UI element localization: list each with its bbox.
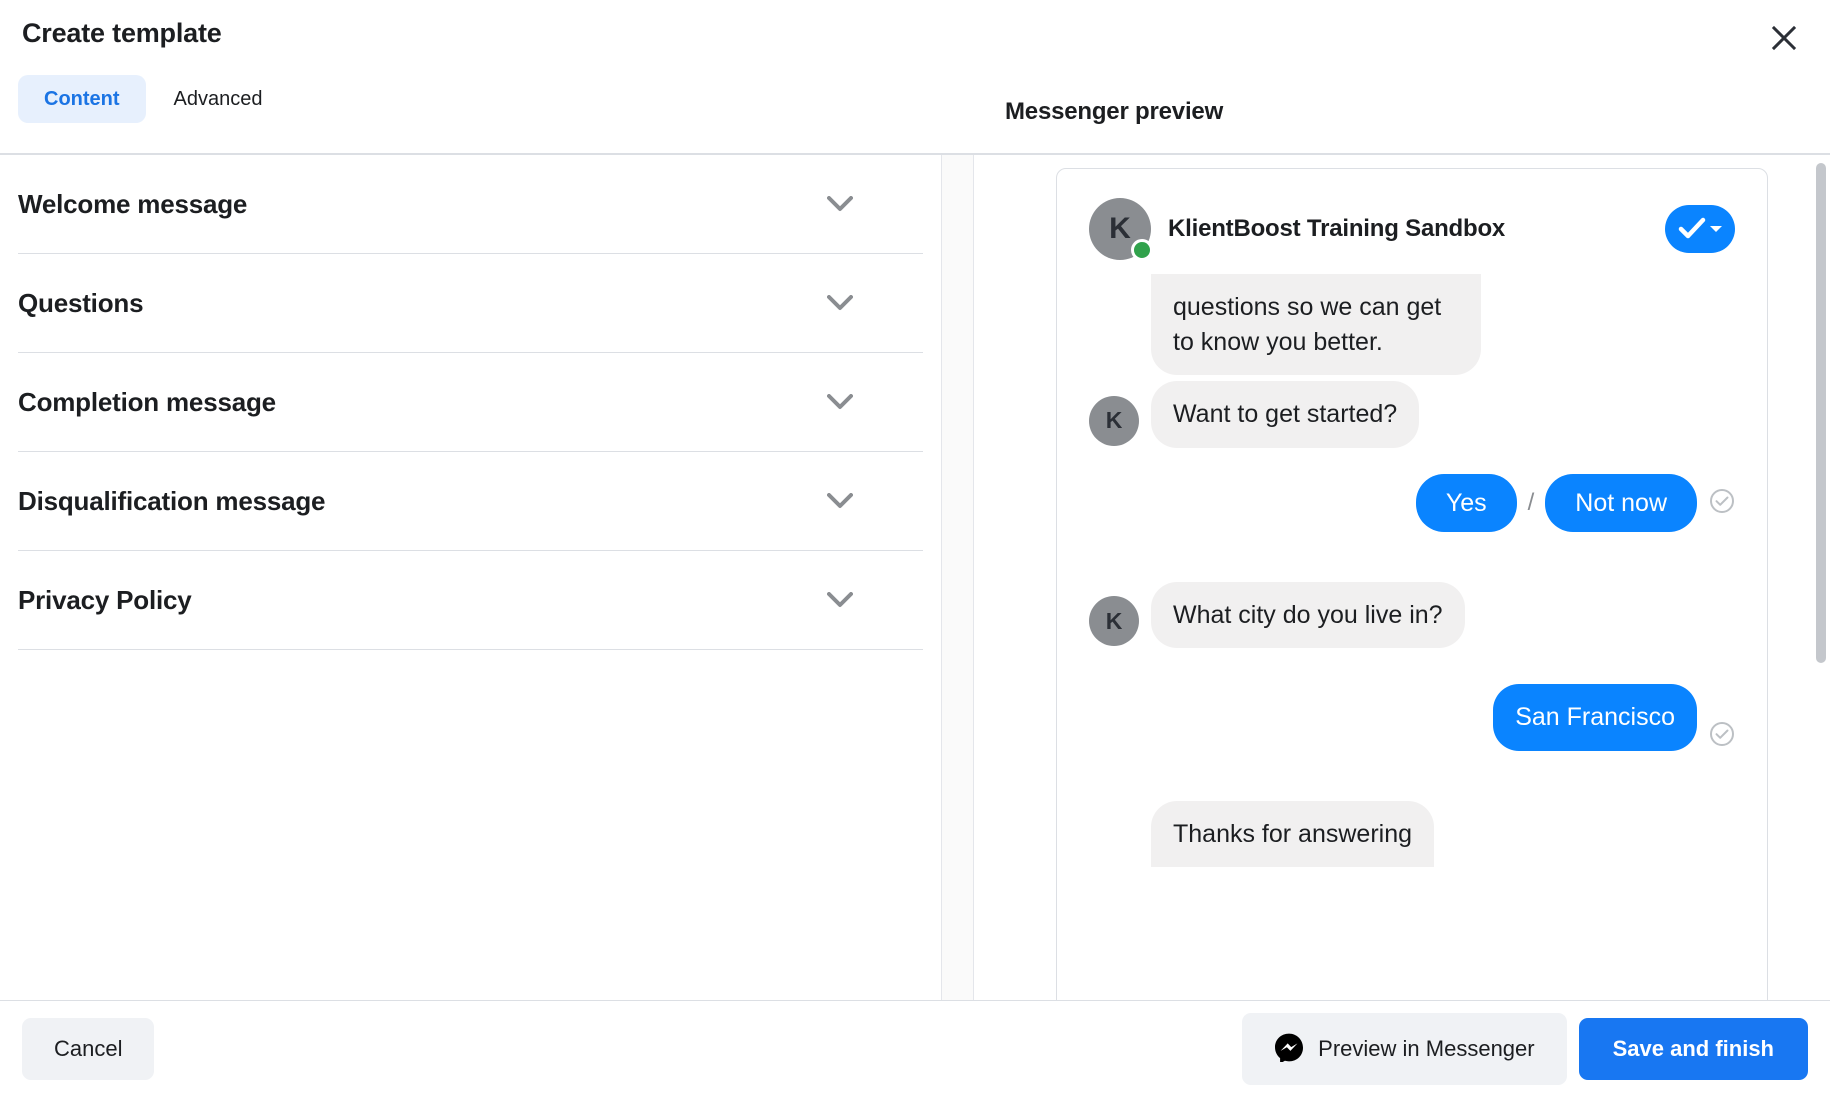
section-label: Welcome message [18, 188, 248, 219]
messenger-icon [1274, 1032, 1304, 1066]
avatar-spacer [1089, 323, 1139, 373]
avatar-spacer [1089, 815, 1139, 865]
message-avatar: K [1089, 395, 1139, 446]
tab-advanced[interactable]: Advanced [152, 75, 289, 123]
save-and-finish-button[interactable]: Save and finish [1578, 1017, 1808, 1080]
message-row: San Francisco [1089, 684, 1735, 751]
create-template-dialog: Create template Content Advanced Welcome… [0, 0, 1830, 1096]
panel-divider [941, 155, 974, 1000]
message-bubble-incoming: Thanks for answering [1151, 800, 1435, 867]
section-label: Disqualification message [18, 485, 326, 516]
verified-dropdown-button[interactable] [1665, 205, 1735, 253]
delivered-check-icon [1709, 488, 1735, 514]
messenger-preview-card: K KlientBoost Training Sandbox questions… [1056, 168, 1768, 1000]
page-title: Create template [22, 18, 222, 48]
close-icon [1771, 25, 1797, 51]
footer-actions: Preview in Messenger Save and finish [1242, 1012, 1808, 1085]
chat-header: K KlientBoost Training Sandbox [1057, 169, 1767, 261]
message-row: K What city do you live in? [1089, 581, 1735, 648]
dialog-header: Create template Content Advanced [0, 0, 1830, 155]
online-status-dot [1131, 239, 1153, 261]
chevron-down-icon[interactable] [825, 288, 855, 318]
chat-thread: questions so we can get to know you bett… [1057, 274, 1767, 867]
chevron-down-icon[interactable] [825, 387, 855, 417]
preview-button-label: Preview in Messenger [1318, 1035, 1535, 1061]
chevron-down-icon[interactable] [825, 189, 855, 219]
dialog-footer: Cancel Preview in Messenger Save and fin… [0, 1000, 1830, 1096]
avatar: K [1089, 198, 1153, 261]
check-icon [1678, 216, 1706, 243]
chat-page-name: KlientBoost Training Sandbox [1168, 215, 1506, 242]
message-row: Thanks for answering [1089, 800, 1735, 867]
preview-scrollbar-thumb[interactable] [1816, 163, 1826, 663]
section-privacy-policy[interactable]: Privacy Policy [18, 551, 923, 650]
close-button[interactable] [1760, 14, 1808, 62]
quick-reply-not-now[interactable]: Not now [1545, 473, 1697, 532]
quick-reply-yes[interactable]: Yes [1415, 473, 1517, 532]
chevron-down-icon[interactable] [825, 486, 855, 516]
thread-spacer [1089, 654, 1735, 684]
section-label: Privacy Policy [18, 584, 192, 615]
messenger-preview-panel: K KlientBoost Training Sandbox questions… [974, 155, 1830, 1000]
message-bubble-incoming: questions so we can get to know you bett… [1151, 274, 1481, 375]
quick-reply-group: Yes / Not now [1089, 473, 1735, 532]
content-sections-panel: Welcome message Questions Completion mes… [0, 155, 941, 1000]
section-label: Completion message [18, 386, 276, 417]
message-bubble-incoming: What city do you live in? [1151, 581, 1465, 648]
section-completion-message[interactable]: Completion message [18, 353, 923, 452]
dialog-body: Welcome message Questions Completion mes… [0, 155, 1830, 1000]
message-row: K Want to get started? [1089, 381, 1735, 448]
messenger-preview-heading: Messenger preview [1005, 98, 1224, 125]
quick-reply-separator: / [1527, 488, 1535, 516]
delivered-check-icon [1709, 721, 1735, 747]
message-row: questions so we can get to know you bett… [1089, 274, 1735, 375]
chevron-down-icon[interactable] [825, 585, 855, 615]
thread-spacer [1089, 757, 1735, 801]
section-label: Questions [18, 287, 144, 318]
message-avatar: K [1089, 596, 1139, 646]
tab-bar: Content Advanced [18, 75, 289, 123]
preview-scrollbar-track[interactable] [1812, 155, 1830, 1000]
section-welcome-message[interactable]: Welcome message [18, 155, 923, 254]
caret-down-icon [1709, 222, 1723, 237]
preview-in-messenger-button[interactable]: Preview in Messenger [1242, 1012, 1567, 1085]
thread-spacer [1089, 538, 1735, 582]
section-disqualification-message[interactable]: Disqualification message [18, 452, 923, 551]
message-bubble-incoming: Want to get started? [1151, 381, 1420, 448]
message-bubble-outgoing: San Francisco [1493, 684, 1697, 751]
section-questions[interactable]: Questions [18, 254, 923, 353]
cancel-button[interactable]: Cancel [22, 1017, 155, 1080]
tab-content[interactable]: Content [18, 75, 146, 123]
